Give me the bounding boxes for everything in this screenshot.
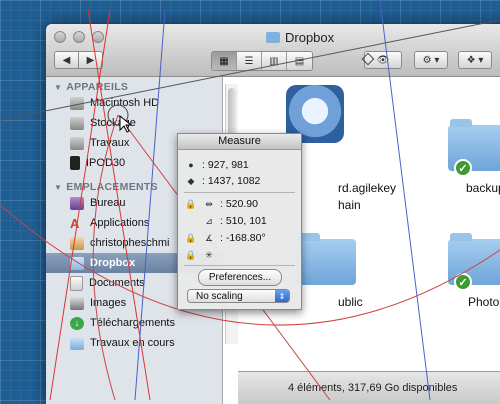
distance-value: : 520.90: [220, 198, 258, 210]
list-view-button[interactable]: ☰: [237, 52, 262, 70]
places-header-label: EMPLACEMENTS: [66, 181, 158, 193]
column-view-button[interactable]: ▥: [262, 52, 287, 70]
lock-icon[interactable]: 🔒: [184, 250, 198, 261]
forward-arrow-icon: ▶: [86, 54, 95, 66]
point1-row: ● : 927, 981: [184, 158, 249, 172]
forward-button[interactable]: ▶: [78, 51, 103, 69]
point1-value: : 927, 981: [202, 159, 249, 171]
home-icon: [70, 236, 84, 250]
hard-drive-icon: [70, 116, 84, 130]
documents-icon: [70, 275, 83, 291]
public-folder-icon: [296, 233, 356, 285]
folder-icon: [70, 336, 84, 350]
title-bar: Dropbox ◀ ▶ ▦ ☰ ▥ ▤ 👁 ⚙ ▾ ❖ ▾: [46, 24, 500, 77]
point2-value: : 1437, 1082: [202, 175, 261, 187]
gear-icon: ⚙ ▾: [422, 54, 440, 66]
status-text: 4 éléments, 317,69 Go disponibles: [288, 382, 458, 394]
point2-row: ◆ : 1437, 1082: [184, 174, 261, 188]
sidebar-item-label: christopheschmi: [90, 237, 170, 249]
sidebar-item-label: Stockage: [90, 117, 136, 129]
window-title: Dropbox: [266, 30, 334, 45]
disclosure-triangle-icon: ▼: [54, 182, 63, 192]
window-title-text: Dropbox: [285, 30, 335, 45]
sidebar-item-label: Dropbox: [90, 257, 136, 269]
select-arrows-icon: ⇕: [275, 290, 289, 302]
close-button[interactable]: [54, 31, 66, 43]
sidebar-item-label: Téléchargements: [90, 317, 175, 329]
distance-icon: ⇹: [205, 198, 213, 209]
dropbox-menu-button[interactable]: ❖ ▾: [458, 51, 492, 69]
view-mode-selector[interactable]: ▦ ☰ ▥ ▤: [211, 51, 313, 71]
sidebar-item-label: Applications: [90, 217, 150, 229]
synced-check-icon: ✓: [454, 273, 472, 291]
dropbox-icon: ❖ ▾: [466, 54, 484, 66]
sidebar-item-telechargements[interactable]: ↓ Téléchargements: [46, 313, 222, 333]
applications-icon: A: [70, 215, 80, 231]
distance-row: 🔒 ⇹ : 520.90: [184, 197, 258, 211]
sidebar-item-label: Documents: [89, 277, 145, 289]
hard-drive-icon: [70, 136, 84, 150]
desktop-icon: [70, 196, 84, 210]
sidebar-item-label: Travaux en cours: [90, 337, 175, 349]
folder-icon: [266, 32, 280, 43]
action-menu-button[interactable]: ⚙ ▾: [414, 51, 448, 69]
preferences-label: Preferences...: [208, 272, 272, 283]
dropbox-folder-icon: [70, 256, 84, 270]
angle-row: 🔒 ∡ : -168.80°: [184, 231, 266, 245]
devices-header[interactable]: ▼ APPAREILS: [46, 77, 222, 93]
sidebar-item-label: Images: [90, 297, 127, 309]
back-arrow-icon: ◀: [62, 54, 71, 66]
lock-icon[interactable]: 🔒: [184, 199, 198, 210]
back-button[interactable]: ◀: [54, 51, 79, 69]
synced-check-icon: ✓: [454, 159, 472, 177]
diamond-point-icon: ◆: [187, 175, 195, 186]
quicklook-button[interactable]: 👁: [364, 51, 402, 69]
file-label-line2: hain: [338, 198, 361, 212]
zoom-button[interactable]: [92, 31, 104, 43]
scaling-select[interactable]: No scaling ⇕: [187, 289, 290, 303]
sidebar-item-stockage[interactable]: Stockage: [46, 113, 222, 133]
minimize-button[interactable]: [73, 31, 85, 43]
delta-value: : 510, 101: [220, 215, 267, 227]
sidebar-item-travaux-en-cours[interactable]: Travaux en cours: [46, 333, 222, 353]
devices-header-label: APPAREILS: [66, 81, 129, 93]
delta-icon: ⊿: [205, 215, 213, 226]
scaling-value: No scaling: [196, 290, 243, 302]
divider: [184, 192, 295, 193]
circle-point-icon: ●: [188, 160, 194, 170]
coverflow-view-button[interactable]: ▤: [287, 52, 312, 70]
icon-view-button[interactable]: ▦: [212, 52, 237, 70]
snap-icon: ✳: [205, 249, 213, 260]
download-icon: ↓: [70, 316, 84, 330]
measure-panel: Measure ● : 927, 981 ◆ : 1437, 1082 🔒 ⇹ : 52…: [177, 133, 302, 310]
divider: [184, 265, 295, 266]
measure-panel-title[interactable]: Measure: [178, 134, 301, 150]
file-label: backup: [466, 181, 500, 195]
file-label: rd.agilekey: [338, 181, 397, 195]
snap-row: 🔒 ✳: [184, 248, 216, 262]
lock-icon[interactable]: 🔒: [184, 233, 198, 244]
preferences-button[interactable]: Preferences...: [198, 269, 282, 286]
angle-value: : -168.80°: [220, 232, 266, 244]
ipod-icon: [70, 156, 80, 170]
delta-row: ⊿ : 510, 101: [184, 214, 267, 228]
eye-icon: 👁: [376, 54, 390, 66]
file-label: ublic: [338, 295, 363, 309]
hard-drive-icon: [70, 96, 84, 110]
angle-icon: ∡: [204, 232, 214, 243]
camera-icon: [70, 296, 84, 310]
file-label: Photos: [468, 295, 500, 309]
sidebar-item-label: Bureau: [90, 197, 126, 209]
disclosure-triangle-icon: ▼: [54, 82, 63, 92]
sidebar-item-macintosh-hd[interactable]: Macintosh HD: [46, 93, 222, 113]
sidebar-item-label: Macintosh HD: [90, 97, 160, 109]
status-bar: 4 éléments, 317,69 Go disponibles: [238, 371, 500, 404]
sidebar-item-label: Travaux: [90, 137, 130, 149]
sidebar-item-label: IPOD30: [86, 157, 126, 169]
